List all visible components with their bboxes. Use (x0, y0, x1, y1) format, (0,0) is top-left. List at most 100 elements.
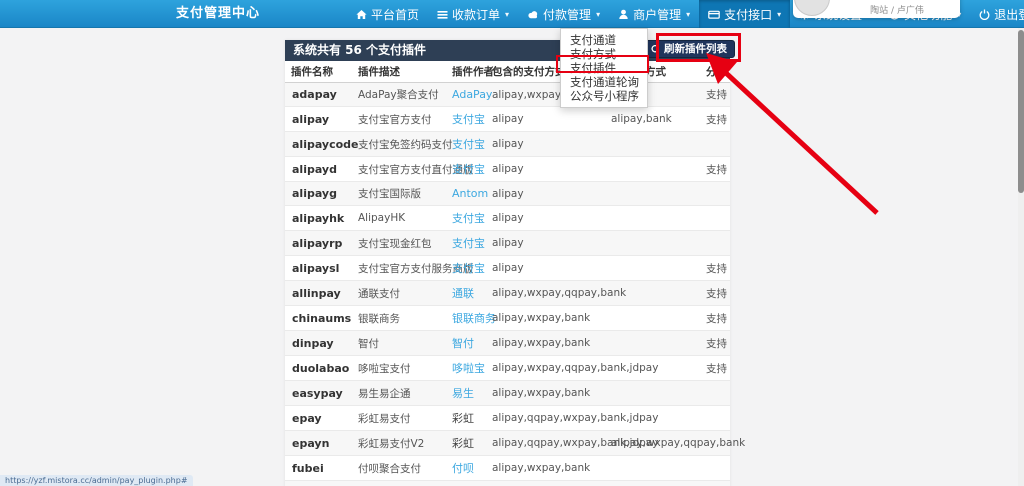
panel-header: 系统共有 56 个支付插件 刷新插件列表 (285, 40, 730, 61)
table-body: adapayAdaPay聚合支付AdaPayalipay,wxpay,bank支… (285, 83, 730, 486)
plugin-author-cell: 支付宝 (446, 132, 486, 157)
table-row: dinpay智付智付alipay,wxpay,bank支持 (285, 331, 730, 356)
plugin-methods2-cell (605, 206, 700, 231)
plugin-table: 插件名称插件描述插件作者包含的支付方式方式分账 adapayAdaPay聚合支付… (285, 61, 730, 486)
plugin-author-cell: 支付宝 (446, 231, 486, 256)
table-row: duolabao哆啦宝支付哆啦宝alipay,wxpay,qqpay,bank,… (285, 356, 730, 381)
plugin-methods2-cell: alipay,bank (605, 107, 700, 132)
nav-item-2[interactable]: 付款管理▾ (518, 0, 609, 28)
plugin-desc-cell: 支付宝官方支付服务商版 (352, 256, 446, 281)
refresh-plugin-list-button[interactable]: 刷新插件列表 (642, 40, 735, 58)
plugin-name-cell: alipayhk (285, 206, 352, 231)
plugin-desc-cell: 支付宝官方支付直付通版 (352, 157, 446, 182)
plugin-author-link[interactable]: 易生 (452, 387, 474, 400)
plugin-desc-cell: 支付宝免签约码支付 (352, 132, 446, 157)
plugin-author-link[interactable]: 支付宝 (452, 262, 485, 275)
page-scrollbar-thumb[interactable] (1018, 30, 1024, 193)
plugin-desc-cell: 彩虹易支付V2 (352, 431, 446, 456)
plugin-author-cell: 银联商务 (446, 306, 486, 331)
plugin-methods2-cell (605, 157, 700, 182)
plugin-author-cell: 哆啦宝 (446, 356, 486, 381)
chevron-down-icon: ▾ (777, 10, 781, 19)
column-header-1: 插件描述 (352, 61, 446, 83)
dropdown-item-2[interactable]: 支付插件 (561, 61, 647, 75)
plugin-author-link[interactable]: 支付宝 (452, 138, 485, 151)
plugin-name-cell: fuiou2 (285, 481, 352, 486)
plugin-split-cell (700, 182, 730, 206)
plugin-desc-cell: 支付宝国际版 (352, 182, 446, 206)
plugin-name-cell: duolabao (285, 356, 352, 381)
dropdown-item-1[interactable]: 支付方式 (561, 47, 647, 61)
plugin-name-cell: chinaums (285, 306, 352, 331)
plugin-methods-cell: alipay (486, 182, 605, 206)
dropdown-item-4[interactable]: 公众号小程序 (561, 89, 647, 103)
plugin-split-cell (700, 132, 730, 157)
plugin-split-cell: 支持 (700, 331, 730, 356)
plugin-author-cell: Antom (446, 182, 486, 206)
plugin-author-cell: 支付宝 (446, 256, 486, 281)
plugin-methods2-cell (605, 381, 700, 406)
plugin-author-link[interactable]: Antom (452, 187, 488, 200)
plugin-methods-cell: alipay,wxpay,bank (486, 456, 605, 481)
plugin-split-cell (700, 406, 730, 431)
plugin-desc-cell: 支付宝现金红包 (352, 231, 446, 256)
plugin-name-cell: alipaysl (285, 256, 352, 281)
plugin-methods2-cell (605, 132, 700, 157)
plugin-methods2-cell: alipay,wxpay,qqpay,bank (605, 431, 700, 456)
table-row: allinpay通联支付通联alipay,wxpay,qqpay,bank支持 (285, 281, 730, 306)
plugin-author-cell: 易生 (446, 381, 486, 406)
plugin-author-cell: 付呗 (446, 456, 486, 481)
nav-item-3[interactable]: 商户管理▾ (609, 0, 699, 28)
plugin-desc-cell: 彩虹易支付 (352, 406, 446, 431)
plugin-name-cell: easypay (285, 381, 352, 406)
dropdown-item-0[interactable]: 支付通道 (561, 33, 647, 47)
nav-item-0[interactable]: 平台首页 (347, 0, 428, 28)
table-row: alipaysl支付宝官方支付服务商版支付宝alipay支持 (285, 256, 730, 281)
plugin-methods2-cell (605, 456, 700, 481)
nav-item-label: 付款管理 (543, 6, 591, 23)
status-bar-link-preview: https://yzf.mistora.cc/admin/pay_plugin.… (0, 475, 193, 486)
plugin-methods-cell: alipay,wxpay,bank (486, 331, 605, 356)
nav-item-label: 商户管理 (633, 6, 681, 23)
plugin-author-link[interactable]: 支付宝 (452, 163, 485, 176)
plugin-author-link[interactable]: 支付宝 (452, 237, 485, 250)
plugin-methods-cell: alipay (486, 206, 605, 231)
nav-item-1[interactable]: 收款订单▾ (428, 0, 518, 28)
nav-item-label: 退出登录 (994, 6, 1024, 23)
table-header-row: 插件名称插件描述插件作者包含的支付方式方式分账 (285, 61, 730, 83)
plugin-name-cell: alipaycode (285, 132, 352, 157)
plugin-split-cell (700, 456, 730, 481)
nav-item-4[interactable]: 支付接口▾ (699, 0, 790, 28)
refresh-icon (650, 44, 660, 54)
table-row: alipayhkAlipayHK支付宝alipay (285, 206, 730, 231)
plugin-name-cell: epayn (285, 431, 352, 456)
dropdown-item-3[interactable]: 支付通道轮询 (561, 75, 647, 89)
cloud-icon (527, 9, 539, 20)
plugin-methods2-cell (605, 231, 700, 256)
plugin-author-link[interactable]: 付呗 (452, 462, 474, 475)
table-row: alipayrp支付宝现金红包支付宝alipay (285, 231, 730, 256)
plugin-author-link[interactable]: 通联 (452, 287, 474, 300)
plugin-name-cell: epay (285, 406, 352, 431)
plugin-name-cell: alipay (285, 107, 352, 132)
payment-interface-dropdown: 支付通道支付方式支付插件支付通道轮询公众号小程序 (560, 28, 648, 108)
plugin-split-cell (700, 206, 730, 231)
plugin-author-link[interactable]: 哆啦宝 (452, 362, 485, 375)
plugin-methods-cell: alipay (486, 231, 605, 256)
table-row: chinaums银联商务银联商务alipay,wxpay,bank支持 (285, 306, 730, 331)
plugin-author-link[interactable]: 支付宝 (452, 113, 485, 126)
plugin-desc-cell: 付呗聚合支付 (352, 456, 446, 481)
user-card-label: 陶站 / 卢广伟 (838, 3, 956, 16)
plugin-author-link[interactable]: 银联商务 (452, 312, 496, 325)
table-row: adapayAdaPay聚合支付AdaPayalipay,wxpay,bank支… (285, 83, 730, 107)
plugin-author-link[interactable]: 支付宝 (452, 212, 485, 225)
plugin-author-link[interactable]: 智付 (452, 337, 474, 350)
plugin-author-link[interactable]: AdaPay (452, 88, 492, 101)
plugin-methods-cell: alipay (486, 107, 605, 132)
table-row: easypay易生易企通易生alipay,wxpay,bank (285, 381, 730, 406)
nav-item-7[interactable]: 退出登录 (970, 0, 1024, 28)
plugin-methods-cell: alipay,wxpay,bank (486, 481, 605, 486)
card-icon (708, 9, 720, 20)
column-header-2: 插件作者 (446, 61, 486, 83)
plugin-author-cell: 智付 (446, 331, 486, 356)
